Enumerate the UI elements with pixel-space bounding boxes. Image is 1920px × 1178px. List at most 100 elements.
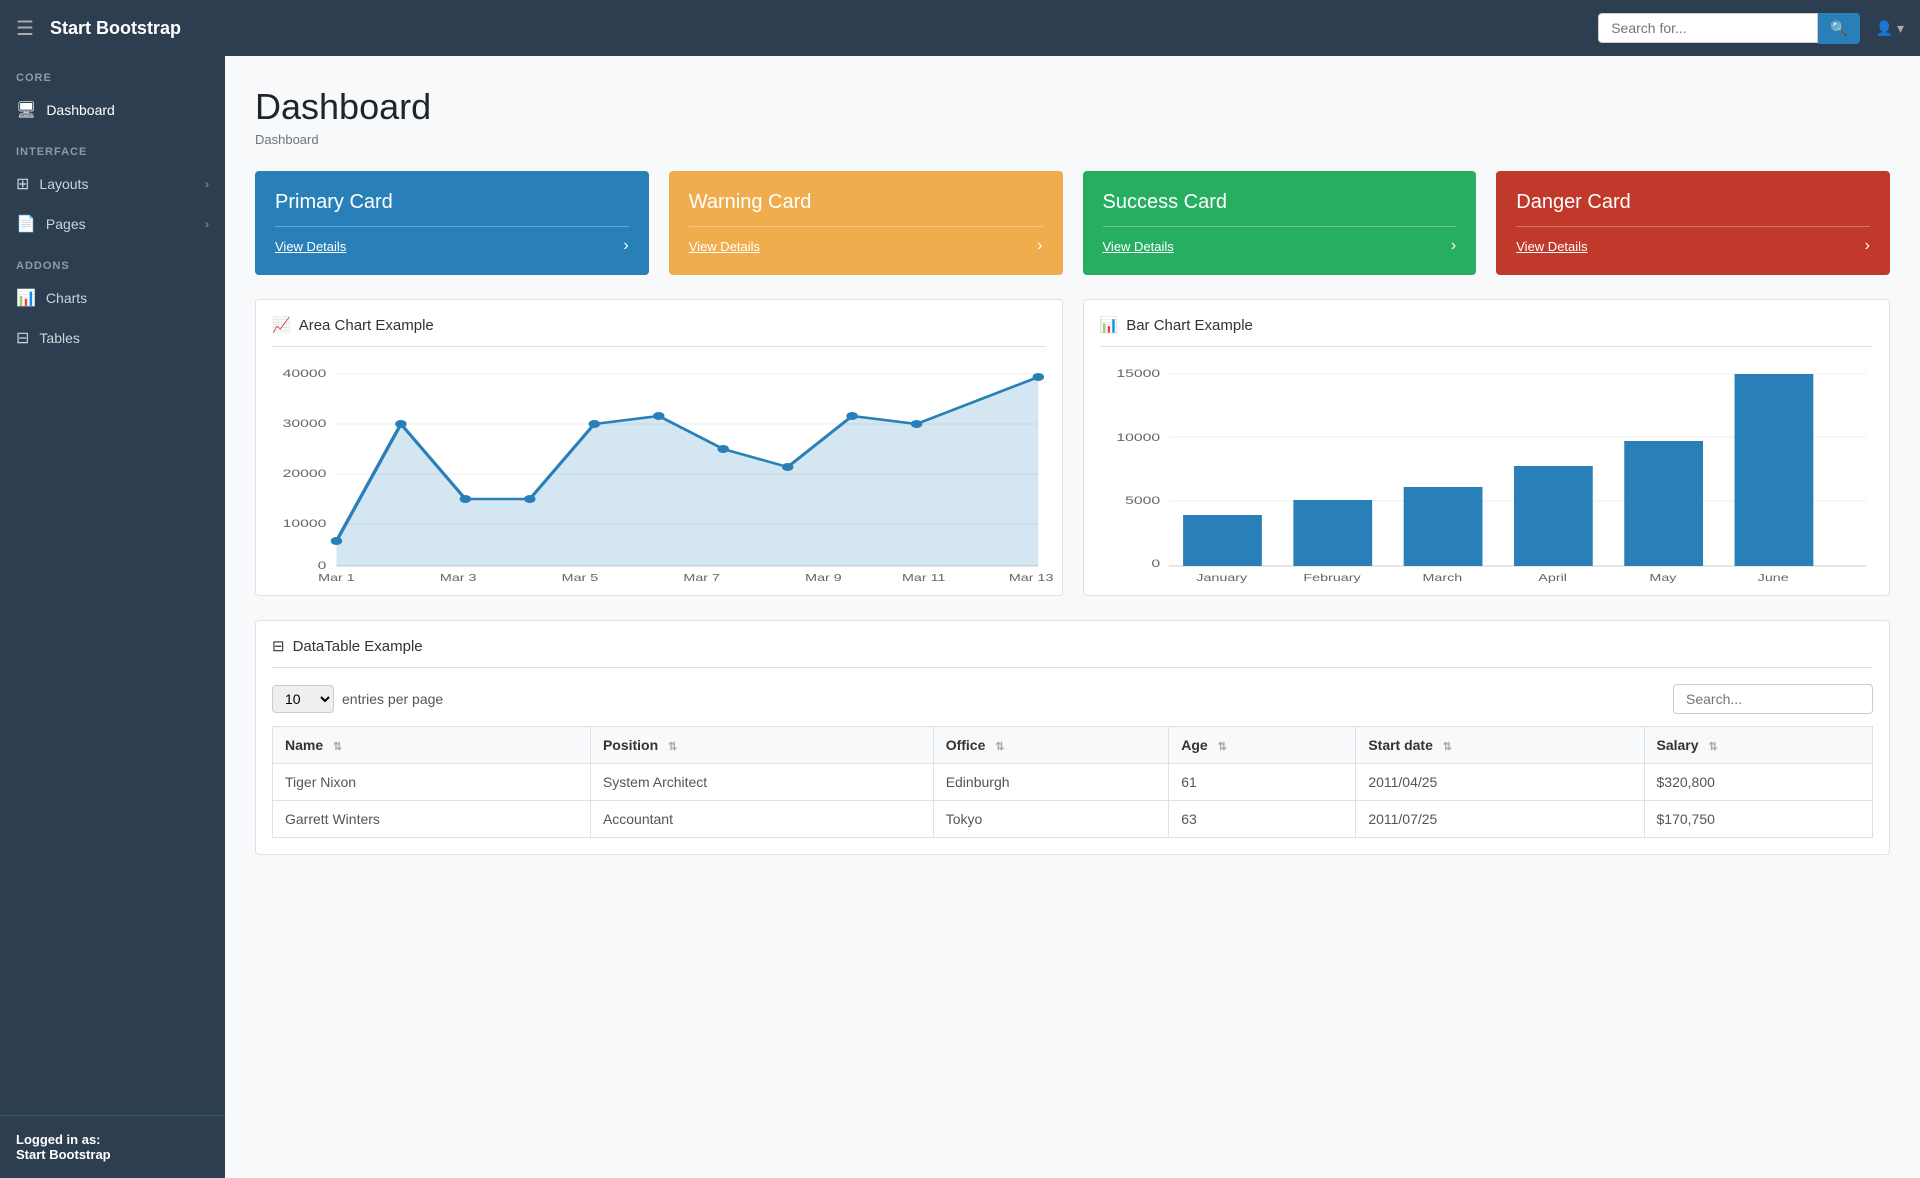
cell-salary-1: $170,750 (1644, 801, 1873, 838)
sidebar-item-dashboard[interactable]: 🖥 Dashboard (0, 90, 225, 130)
table-row: Tiger Nixon System Architect Edinburgh 6… (273, 764, 1873, 801)
table-header-row: Name ⇅ Position ⇅ Office ⇅ Age (273, 727, 1873, 764)
sidebar-section-core: CORE 🖥 Dashboard (0, 56, 225, 130)
area-chart-wrapper: 40000 30000 20000 10000 0 (272, 359, 1046, 579)
table-controls: 10 25 50 100 entries per page (272, 684, 1873, 714)
table-head: Name ⇅ Position ⇅ Office ⇅ Age (273, 727, 1873, 764)
layouts-icon: ⊞ (16, 174, 29, 194)
search-input[interactable] (1598, 13, 1818, 43)
bar-chart-title: Bar Chart Example (1126, 317, 1253, 334)
cell-startdate-0: 2011/04/25 (1356, 764, 1644, 801)
bar-chart-header: 📊 Bar Chart Example (1100, 316, 1874, 347)
chevron-right-icon-pages: › (205, 217, 209, 231)
table-search-group (1673, 684, 1873, 714)
svg-text:10000: 10000 (283, 517, 327, 529)
brand-name: Start Bootstrap (50, 18, 181, 39)
svg-text:Mar 13: Mar 13 (1009, 572, 1054, 583)
svg-text:June: June (1757, 572, 1788, 583)
bar-chart-card: 📊 Bar Chart Example 15000 10000 5000 0 (1083, 299, 1891, 596)
primary-card-link[interactable]: View Details (275, 239, 346, 254)
bar-chart-wrapper: 15000 10000 5000 0 (1100, 359, 1874, 579)
dashboard-icon: 🖥 (16, 100, 36, 120)
cell-salary-0: $320,800 (1644, 764, 1873, 801)
col-header-name[interactable]: Name ⇅ (273, 727, 591, 764)
charts-icon: 📊 (16, 288, 36, 308)
col-header-salary[interactable]: Salary ⇅ (1644, 727, 1873, 764)
top-navbar: ☰ Start Bootstrap 🔍 👤 ▾ (0, 0, 1920, 56)
sidebar-section-addons: ADDONS 📊 Charts ⊟ Tables (0, 244, 225, 358)
warning-card-title: Warning Card (689, 191, 1043, 214)
sidebar-item-pages[interactable]: 📄 Pages › (0, 204, 225, 244)
area-chart-svg: 40000 30000 20000 10000 0 (272, 359, 1046, 579)
search-form: 🔍 (1598, 13, 1859, 44)
datatable-header: ⊟ DataTable Example (272, 637, 1873, 668)
success-card-link[interactable]: View Details (1103, 239, 1174, 254)
datatable-card: ⊟ DataTable Example 10 25 50 100 entries… (255, 620, 1890, 855)
svg-text:Mar 3: Mar 3 (440, 572, 477, 583)
col-header-start-date[interactable]: Start date ⇅ (1356, 727, 1644, 764)
warning-card-link[interactable]: View Details (689, 239, 760, 254)
primary-card: Primary Card View Details › (255, 171, 649, 275)
table-body: Tiger Nixon System Architect Edinburgh 6… (273, 764, 1873, 838)
success-card-link-row: View Details › (1103, 226, 1457, 255)
sidebar-footer-user: Start Bootstrap (16, 1147, 209, 1162)
svg-text:15000: 15000 (1116, 367, 1160, 379)
sort-icon-name: ⇅ (333, 741, 342, 753)
svg-text:March: March (1422, 572, 1462, 583)
danger-card-arrow: › (1865, 237, 1870, 255)
warning-card: Warning Card View Details › (669, 171, 1063, 275)
cards-row: Primary Card View Details › Warning Card… (255, 171, 1890, 275)
sidebar-item-label-tables: Tables (39, 330, 79, 346)
sort-icon-office: ⇅ (995, 741, 1004, 753)
primary-card-link-row: View Details › (275, 226, 629, 255)
primary-card-arrow: › (623, 237, 628, 255)
search-button[interactable]: 🔍 (1818, 13, 1859, 44)
col-header-age[interactable]: Age ⇅ (1169, 727, 1356, 764)
svg-text:Mar 7: Mar 7 (683, 572, 720, 583)
warning-card-arrow: › (1037, 237, 1042, 255)
svg-text:Mar 1: Mar 1 (318, 572, 355, 583)
bar-chart-icon: 📊 (1100, 316, 1119, 334)
entries-select[interactable]: 10 25 50 100 (272, 685, 334, 713)
svg-text:0: 0 (318, 559, 327, 571)
menu-toggle-button[interactable]: ☰ (16, 16, 34, 41)
table-row: Garrett Winters Accountant Tokyo 63 2011… (273, 801, 1873, 838)
bar-chart-svg: 15000 10000 5000 0 (1100, 359, 1874, 579)
col-header-position[interactable]: Position ⇅ (590, 727, 933, 764)
sidebar-item-tables[interactable]: ⊟ Tables (0, 318, 225, 358)
data-table: Name ⇅ Position ⇅ Office ⇅ Age (272, 726, 1873, 838)
cell-startdate-1: 2011/07/25 (1356, 801, 1644, 838)
table-search-input[interactable] (1673, 684, 1873, 714)
cell-position-0: System Architect (590, 764, 933, 801)
cell-position-1: Accountant (590, 801, 933, 838)
svg-text:10000: 10000 (1116, 431, 1160, 443)
sidebar-section-label-interface: INTERFACE (0, 130, 225, 164)
sidebar-item-layouts[interactable]: ⊞ Layouts › (0, 164, 225, 204)
sidebar-item-label-dashboard: Dashboard (46, 102, 115, 118)
col-header-office[interactable]: Office ⇅ (933, 727, 1169, 764)
area-chart-header: 📈 Area Chart Example (272, 316, 1046, 347)
svg-text:0: 0 (1151, 557, 1160, 569)
area-chart-icon: 📈 (272, 316, 291, 334)
pages-icon: 📄 (16, 214, 36, 234)
sidebar-item-label-pages: Pages (46, 216, 86, 232)
area-chart-title: Area Chart Example (299, 317, 434, 334)
sidebar-item-charts[interactable]: 📊 Charts (0, 278, 225, 318)
svg-text:Mar 5: Mar 5 (562, 572, 599, 583)
chevron-right-icon: › (205, 177, 209, 191)
svg-text:Mar 11: Mar 11 (902, 572, 946, 583)
danger-card-link[interactable]: View Details (1516, 239, 1587, 254)
datatable-title: DataTable Example (293, 638, 423, 655)
danger-card-title: Danger Card (1516, 191, 1870, 214)
svg-text:30000: 30000 (283, 417, 327, 429)
sidebar: CORE 🖥 Dashboard INTERFACE ⊞ Layouts › 📄… (0, 56, 225, 1178)
tables-icon: ⊟ (16, 328, 29, 348)
svg-text:20000: 20000 (283, 467, 327, 479)
page-title: Dashboard (255, 86, 1890, 128)
cell-office-1: Tokyo (933, 801, 1169, 838)
sort-icon-position: ⇅ (668, 741, 677, 753)
user-menu[interactable]: 👤 ▾ (1876, 20, 1904, 37)
svg-text:April: April (1538, 572, 1567, 583)
layout: CORE 🖥 Dashboard INTERFACE ⊞ Layouts › 📄… (0, 56, 1920, 1178)
sort-icon-start-date: ⇅ (1443, 741, 1452, 753)
